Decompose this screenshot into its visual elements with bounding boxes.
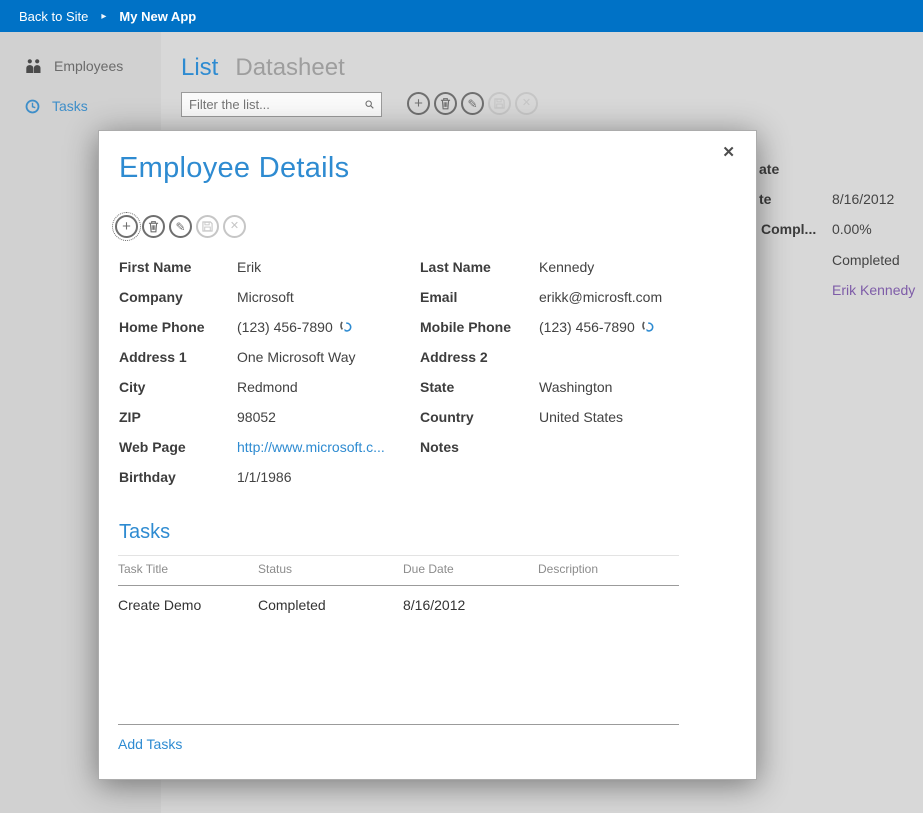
save-record-button[interactable] bbox=[488, 92, 511, 115]
field-label-first-name: First Name bbox=[119, 259, 237, 275]
due-date-value: 8/16/2012 bbox=[832, 191, 894, 207]
view-selector: List Datasheet bbox=[181, 54, 345, 82]
employee-form: First Name Erik Last Name Kennedy Compan… bbox=[119, 252, 720, 492]
field-label-address-1: Address 1 bbox=[119, 349, 237, 365]
close-icon[interactable]: ✕ bbox=[722, 143, 735, 161]
column-header-status: Status bbox=[258, 562, 403, 576]
field-value-zip: 98052 bbox=[237, 409, 420, 425]
dialog-action-bar: + ✎ ✕ bbox=[115, 215, 246, 238]
field-label-country: Country bbox=[420, 409, 539, 425]
assigned-to-link[interactable]: Erik Kennedy bbox=[832, 282, 915, 298]
field-value-city: Redmond bbox=[237, 379, 420, 395]
web-page-link[interactable]: http://www.microsoft.c... bbox=[237, 439, 385, 455]
edit-record-button[interactable]: ✎ bbox=[169, 215, 192, 238]
clipped-field-label: Compl... bbox=[761, 221, 816, 237]
sidebar-item-label: Tasks bbox=[52, 98, 88, 114]
save-record-button[interactable] bbox=[196, 215, 219, 238]
field-label-zip: ZIP bbox=[119, 409, 237, 425]
table-row[interactable]: Create Demo Completed 8/16/2012 bbox=[118, 586, 679, 613]
edit-record-button[interactable]: ✎ bbox=[461, 92, 484, 115]
field-value-first-name: Erik bbox=[237, 259, 420, 275]
field-value-last-name: Kennedy bbox=[539, 259, 720, 275]
search-icon bbox=[365, 98, 374, 111]
field-label-mobile-phone: Mobile Phone bbox=[420, 319, 539, 335]
people-icon bbox=[25, 59, 42, 73]
list-action-bar: + ✎ ✕ bbox=[407, 92, 538, 115]
add-tasks-link[interactable]: Add Tasks bbox=[118, 736, 182, 752]
field-value-state: Washington bbox=[539, 379, 720, 395]
employee-details-dialog: ✕ Employee Details + ✎ ✕ bbox=[98, 130, 757, 780]
trash-icon bbox=[148, 220, 159, 233]
task-status-cell: Completed bbox=[258, 597, 403, 613]
sidebar-item-employees[interactable]: Employees bbox=[25, 56, 123, 76]
clock-icon bbox=[25, 99, 40, 114]
call-phone-icon[interactable] bbox=[641, 321, 656, 334]
status-value: Completed bbox=[832, 252, 900, 268]
sidebar-item-tasks[interactable]: Tasks bbox=[25, 96, 88, 116]
tab-datasheet[interactable]: Datasheet bbox=[235, 54, 344, 82]
tasks-table-header: Task Title Status Due Date Description bbox=[118, 555, 679, 586]
tasks-subview-heading: Tasks bbox=[119, 521, 170, 544]
add-record-button[interactable]: + bbox=[115, 215, 138, 238]
field-value-address-1: One Microsoft Way bbox=[237, 349, 420, 365]
app-page: Back to Site ▸ My New App Employees Task… bbox=[0, 0, 923, 813]
cancel-record-button[interactable]: ✕ bbox=[515, 92, 538, 115]
breadcrumb-arrow-icon: ▸ bbox=[101, 11, 106, 22]
field-label-address-2: Address 2 bbox=[420, 349, 539, 365]
delete-record-button[interactable] bbox=[142, 215, 165, 238]
app-title[interactable]: My New App bbox=[119, 9, 196, 24]
field-label-company: Company bbox=[119, 289, 237, 305]
column-header-due-date: Due Date bbox=[403, 562, 538, 576]
task-description-cell bbox=[538, 597, 679, 613]
field-value-birthday: 1/1/1986 bbox=[237, 469, 420, 485]
field-value-mobile-phone: (123) 456-7890 bbox=[539, 319, 720, 335]
field-value-home-phone: (123) 456-7890 bbox=[237, 319, 420, 335]
call-phone-icon[interactable] bbox=[339, 321, 354, 334]
tab-list[interactable]: List bbox=[181, 54, 218, 82]
delete-record-button[interactable] bbox=[434, 92, 457, 115]
trash-icon bbox=[440, 97, 451, 110]
task-due-date-cell: 8/16/2012 bbox=[403, 597, 538, 613]
field-label-last-name: Last Name bbox=[420, 259, 539, 275]
column-header-task-title: Task Title bbox=[118, 562, 258, 576]
filter-input[interactable] bbox=[189, 97, 365, 112]
suite-bar: Back to Site ▸ My New App bbox=[0, 0, 923, 32]
clipped-field-label: te bbox=[759, 191, 771, 207]
save-icon bbox=[202, 221, 213, 232]
field-label-web-page: Web Page bbox=[119, 439, 237, 455]
field-label-email: Email bbox=[420, 289, 539, 305]
field-label-city: City bbox=[119, 379, 237, 395]
field-label-home-phone: Home Phone bbox=[119, 319, 237, 335]
sidebar-item-label: Employees bbox=[54, 58, 123, 74]
field-label-state: State bbox=[420, 379, 539, 395]
add-record-button[interactable]: + bbox=[407, 92, 430, 115]
field-value-email: erikk@microsft.com bbox=[539, 289, 720, 305]
field-value-company: Microsoft bbox=[237, 289, 420, 305]
clipped-field-label: ate bbox=[759, 161, 779, 177]
cancel-record-button[interactable]: ✕ bbox=[223, 215, 246, 238]
back-to-site-link[interactable]: Back to Site bbox=[19, 9, 88, 24]
dialog-title: Employee Details bbox=[119, 152, 349, 185]
tasks-table-bottom-rule bbox=[118, 724, 679, 725]
field-value-country: United States bbox=[539, 409, 720, 425]
filter-box bbox=[181, 92, 382, 117]
field-label-birthday: Birthday bbox=[119, 469, 237, 485]
percent-complete-value: 0.00% bbox=[832, 221, 872, 237]
tasks-table: Task Title Status Due Date Description C… bbox=[118, 555, 679, 613]
save-icon bbox=[494, 98, 505, 109]
task-title-cell: Create Demo bbox=[118, 597, 258, 613]
field-label-notes: Notes bbox=[420, 439, 539, 455]
column-header-description: Description bbox=[538, 562, 679, 576]
